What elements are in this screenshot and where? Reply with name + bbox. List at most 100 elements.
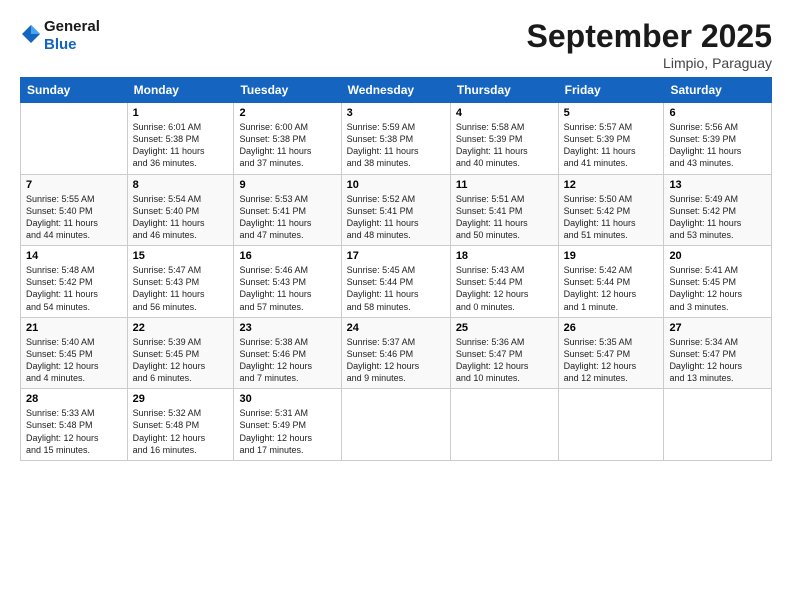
day-cell: 21Sunrise: 5:40 AM Sunset: 5:45 PM Dayli… (21, 317, 128, 389)
calendar-header-row: SundayMondayTuesdayWednesdayThursdayFrid… (21, 78, 772, 103)
day-info: Sunrise: 5:58 AM Sunset: 5:39 PM Dayligh… (456, 121, 553, 170)
day-info: Sunrise: 5:53 AM Sunset: 5:41 PM Dayligh… (239, 193, 335, 242)
day-cell: 26Sunrise: 5:35 AM Sunset: 5:47 PM Dayli… (558, 317, 664, 389)
day-cell: 4 Sunrise: 5:58 AM Sunset: 5:39 PM Daylig… (450, 103, 558, 175)
day-info: Sunrise: 5:43 AM Sunset: 5:44 PM Dayligh… (456, 264, 553, 313)
day-info: Sunrise: 5:56 AM Sunset: 5:39 PM Dayligh… (669, 121, 766, 170)
day-cell: 30 Sunrise: 5:31 AM Sunset: 5:49 PM Dayli… (234, 389, 341, 461)
day-info: Sunrise: 5:38 AM Sunset: 5:46 PM Dayligh… (239, 336, 335, 385)
day-cell (558, 389, 664, 461)
day-number: 27 (669, 322, 766, 334)
day-info: Sunrise: 5:50 AM Sunset: 5:42 PM Dayligh… (564, 193, 659, 242)
day-cell: 15 Sunrise: 5:47 AM Sunset: 5:43 PM Dayli… (127, 246, 234, 318)
day-number: 15 (133, 250, 229, 262)
logo-icon (20, 23, 42, 50)
day-number: 2 (239, 107, 335, 119)
day-info: Sunrise: 5:46 AM Sunset: 5:43 PM Dayligh… (239, 264, 335, 313)
day-cell: 11 Sunrise: 5:51 AM Sunset: 5:41 PM Dayli… (450, 174, 558, 246)
day-cell: 9Sunrise: 5:53 AM Sunset: 5:41 PM Daylig… (234, 174, 341, 246)
col-header-sunday: Sunday (21, 78, 128, 103)
day-cell: 13 Sunrise: 5:49 AM Sunset: 5:42 PM Dayli… (664, 174, 772, 246)
day-cell: 10 Sunrise: 5:52 AM Sunset: 5:41 PM Dayli… (341, 174, 450, 246)
day-info: Sunrise: 5:34 AM Sunset: 5:47 PM Dayligh… (669, 336, 766, 385)
logo-blue: Blue (44, 36, 77, 53)
day-cell: 25 Sunrise: 5:36 AM Sunset: 5:47 PM Dayli… (450, 317, 558, 389)
week-row-2: 7 Sunrise: 5:55 AM Sunset: 5:40 PM Daylig… (21, 174, 772, 246)
day-info: Sunrise: 5:59 AM Sunset: 5:38 PM Dayligh… (347, 121, 445, 170)
day-cell: 8Sunrise: 5:54 AM Sunset: 5:40 PM Daylig… (127, 174, 234, 246)
day-info: Sunrise: 5:37 AM Sunset: 5:46 PM Dayligh… (347, 336, 445, 385)
day-number: 28 (26, 393, 122, 405)
day-info: Sunrise: 5:54 AM Sunset: 5:40 PM Dayligh… (133, 193, 229, 242)
day-number: 23 (239, 322, 335, 334)
day-cell: 22 Sunrise: 5:39 AM Sunset: 5:45 PM Dayli… (127, 317, 234, 389)
day-info: Sunrise: 5:51 AM Sunset: 5:41 PM Dayligh… (456, 193, 553, 242)
day-info: Sunrise: 5:48 AM Sunset: 5:42 PM Dayligh… (26, 264, 122, 313)
location: Limpio, Paraguay (527, 55, 772, 71)
day-number: 12 (564, 179, 659, 191)
day-cell: 27 Sunrise: 5:34 AM Sunset: 5:47 PM Dayli… (664, 317, 772, 389)
day-cell: 29 Sunrise: 5:32 AM Sunset: 5:48 PM Dayli… (127, 389, 234, 461)
logo: General Blue (20, 18, 100, 54)
day-number: 16 (239, 250, 335, 262)
day-cell (341, 389, 450, 461)
day-number: 10 (347, 179, 445, 191)
week-row-4: 21Sunrise: 5:40 AM Sunset: 5:45 PM Dayli… (21, 317, 772, 389)
day-info: Sunrise: 5:33 AM Sunset: 5:48 PM Dayligh… (26, 407, 122, 456)
day-info: Sunrise: 5:47 AM Sunset: 5:43 PM Dayligh… (133, 264, 229, 313)
day-cell: 7 Sunrise: 5:55 AM Sunset: 5:40 PM Daylig… (21, 174, 128, 246)
day-info: Sunrise: 5:39 AM Sunset: 5:45 PM Dayligh… (133, 336, 229, 385)
day-number: 7 (26, 179, 122, 191)
day-number: 22 (133, 322, 229, 334)
day-number: 18 (456, 250, 553, 262)
day-info: Sunrise: 5:57 AM Sunset: 5:39 PM Dayligh… (564, 121, 659, 170)
day-cell: 12 Sunrise: 5:50 AM Sunset: 5:42 PM Dayli… (558, 174, 664, 246)
day-info: Sunrise: 5:35 AM Sunset: 5:47 PM Dayligh… (564, 336, 659, 385)
day-cell: 23 Sunrise: 5:38 AM Sunset: 5:46 PM Dayli… (234, 317, 341, 389)
col-header-wednesday: Wednesday (341, 78, 450, 103)
day-number: 13 (669, 179, 766, 191)
title-block: September 2025 Limpio, Paraguay (527, 18, 772, 71)
calendar-table: SundayMondayTuesdayWednesdayThursdayFrid… (20, 77, 772, 461)
day-info: Sunrise: 5:32 AM Sunset: 5:48 PM Dayligh… (133, 407, 229, 456)
calendar-page: General Blue September 2025 Limpio, Para… (0, 0, 792, 612)
day-cell: 17 Sunrise: 5:45 AM Sunset: 5:44 PM Dayli… (341, 246, 450, 318)
logo-general: General (44, 18, 100, 35)
day-cell: 2Sunrise: 6:00 AM Sunset: 5:38 PM Daylig… (234, 103, 341, 175)
day-cell: 28 Sunrise: 5:33 AM Sunset: 5:48 PM Dayli… (21, 389, 128, 461)
day-cell: 16 Sunrise: 5:46 AM Sunset: 5:43 PM Dayli… (234, 246, 341, 318)
day-info: Sunrise: 6:01 AM Sunset: 5:38 PM Dayligh… (133, 121, 229, 170)
day-info: Sunrise: 5:31 AM Sunset: 5:49 PM Dayligh… (239, 407, 335, 456)
day-cell: 6 Sunrise: 5:56 AM Sunset: 5:39 PM Daylig… (664, 103, 772, 175)
day-cell: 19Sunrise: 5:42 AM Sunset: 5:44 PM Dayli… (558, 246, 664, 318)
day-cell: 3 Sunrise: 5:59 AM Sunset: 5:38 PM Daylig… (341, 103, 450, 175)
day-cell: 1 Sunrise: 6:01 AM Sunset: 5:38 PM Daylig… (127, 103, 234, 175)
day-number: 30 (239, 393, 335, 405)
week-row-5: 28 Sunrise: 5:33 AM Sunset: 5:48 PM Dayli… (21, 389, 772, 461)
day-number: 29 (133, 393, 229, 405)
day-number: 6 (669, 107, 766, 119)
day-number: 5 (564, 107, 659, 119)
col-header-friday: Friday (558, 78, 664, 103)
week-row-3: 14Sunrise: 5:48 AM Sunset: 5:42 PM Dayli… (21, 246, 772, 318)
day-info: Sunrise: 5:55 AM Sunset: 5:40 PM Dayligh… (26, 193, 122, 242)
day-number: 3 (347, 107, 445, 119)
day-number: 17 (347, 250, 445, 262)
day-number: 1 (133, 107, 229, 119)
day-cell: 14Sunrise: 5:48 AM Sunset: 5:42 PM Dayli… (21, 246, 128, 318)
col-header-saturday: Saturday (664, 78, 772, 103)
day-info: Sunrise: 5:36 AM Sunset: 5:47 PM Dayligh… (456, 336, 553, 385)
day-cell (21, 103, 128, 175)
day-number: 24 (347, 322, 445, 334)
day-number: 19 (564, 250, 659, 262)
week-row-1: 1 Sunrise: 6:01 AM Sunset: 5:38 PM Daylig… (21, 103, 772, 175)
col-header-tuesday: Tuesday (234, 78, 341, 103)
day-info: Sunrise: 5:45 AM Sunset: 5:44 PM Dayligh… (347, 264, 445, 313)
day-number: 25 (456, 322, 553, 334)
day-info: Sunrise: 5:49 AM Sunset: 5:42 PM Dayligh… (669, 193, 766, 242)
day-number: 11 (456, 179, 553, 191)
day-info: Sunrise: 5:52 AM Sunset: 5:41 PM Dayligh… (347, 193, 445, 242)
day-number: 4 (456, 107, 553, 119)
day-number: 20 (669, 250, 766, 262)
day-number: 21 (26, 322, 122, 334)
